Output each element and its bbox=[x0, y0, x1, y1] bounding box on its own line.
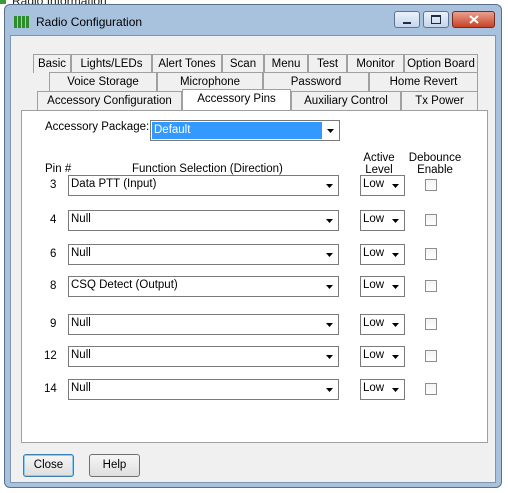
debounce-checkbox[interactable] bbox=[425, 179, 437, 191]
debounce-checkbox[interactable] bbox=[425, 248, 437, 260]
pin-number-header: Pin # bbox=[45, 163, 72, 175]
tab-monitor[interactable]: Monitor bbox=[347, 54, 404, 73]
window-title: Radio Configuration bbox=[36, 15, 143, 29]
function-selection-header: Function Selection (Direction) bbox=[132, 163, 283, 175]
function-select[interactable]: Null bbox=[68, 379, 339, 400]
active-level-value: Low bbox=[363, 382, 385, 394]
active-level-select[interactable]: Low bbox=[360, 244, 405, 265]
dropdown-arrow-icon[interactable] bbox=[388, 177, 403, 194]
dropdown-arrow-icon[interactable] bbox=[388, 212, 403, 229]
dropdown-arrow-icon[interactable] bbox=[388, 246, 403, 263]
pin-number: 6 bbox=[50, 248, 57, 260]
pin-number: 9 bbox=[50, 318, 57, 330]
close-icon bbox=[468, 15, 479, 24]
dropdown-arrow-icon[interactable] bbox=[322, 246, 337, 263]
dropdown-arrow-icon[interactable] bbox=[322, 177, 337, 194]
active-level-select[interactable]: Low bbox=[360, 210, 405, 231]
radio-app-icon bbox=[14, 16, 30, 28]
function-value: Null bbox=[71, 382, 91, 394]
pin-number: 14 bbox=[44, 383, 57, 395]
active-level-select[interactable]: Low bbox=[360, 175, 405, 196]
debounce-checkbox[interactable] bbox=[425, 280, 437, 292]
debounce-checkbox[interactable] bbox=[425, 318, 437, 330]
function-value: Data PTT (Input) bbox=[71, 178, 157, 190]
function-select[interactable]: Data PTT (Input) bbox=[68, 175, 339, 196]
dropdown-arrow-icon[interactable] bbox=[323, 122, 338, 139]
dropdown-arrow-icon[interactable] bbox=[322, 316, 337, 333]
tab-scan[interactable]: Scan bbox=[222, 54, 264, 73]
dropdown-arrow-icon[interactable] bbox=[322, 381, 337, 398]
tab-alert-tones[interactable]: Alert Tones bbox=[152, 54, 222, 73]
radio-configuration-window: Radio Configuration Basic Lights/LEDs Al… bbox=[4, 4, 502, 488]
dropdown-arrow-icon[interactable] bbox=[322, 278, 337, 295]
maximize-icon bbox=[431, 15, 441, 24]
tab-auxiliary-control[interactable]: Auxiliary Control bbox=[291, 91, 401, 110]
accessory-pins-panel: Accessory Package: Default Pin # Functio… bbox=[21, 110, 488, 443]
window-client-area: Basic Lights/LEDs Alert Tones Scan Menu … bbox=[10, 35, 496, 483]
close-window-button[interactable] bbox=[452, 11, 495, 28]
pin-number: 12 bbox=[44, 350, 57, 362]
close-button[interactable]: Close bbox=[23, 454, 74, 477]
dropdown-arrow-icon[interactable] bbox=[322, 348, 337, 365]
tab-tx-power[interactable]: Tx Power bbox=[401, 91, 478, 110]
dropdown-arrow-icon[interactable] bbox=[388, 278, 403, 295]
debounce-enable-header: Debounce Enable bbox=[408, 152, 462, 176]
active-level-select[interactable]: Low bbox=[360, 276, 405, 297]
tab-accessory-configuration[interactable]: Accessory Configuration bbox=[37, 91, 182, 110]
active-level-value: Low bbox=[363, 213, 385, 225]
pin-number: 8 bbox=[50, 280, 57, 292]
active-level-value: Low bbox=[363, 317, 385, 329]
background-window-icon bbox=[0, 0, 6, 4]
function-select[interactable]: CSQ Detect (Output) bbox=[68, 276, 339, 297]
function-value: Null bbox=[71, 317, 91, 329]
function-value: Null bbox=[71, 349, 91, 361]
dropdown-arrow-icon[interactable] bbox=[388, 348, 403, 365]
debounce-checkbox[interactable] bbox=[425, 214, 437, 226]
accessory-package-label: Accessory Package: bbox=[45, 121, 150, 133]
tab-menu[interactable]: Menu bbox=[264, 54, 308, 73]
function-select[interactable]: Null bbox=[68, 210, 339, 231]
debounce-checkbox[interactable] bbox=[425, 350, 437, 362]
active-level-select[interactable]: Low bbox=[360, 346, 405, 367]
tab-voice-storage[interactable]: Voice Storage bbox=[49, 72, 157, 91]
dropdown-arrow-icon[interactable] bbox=[388, 316, 403, 333]
active-level-select[interactable]: Low bbox=[360, 314, 405, 335]
minimize-button[interactable] bbox=[394, 11, 420, 28]
active-level-value: Low bbox=[363, 178, 385, 190]
active-level-header: Active Level bbox=[363, 152, 395, 176]
dropdown-arrow-icon[interactable] bbox=[322, 212, 337, 229]
dropdown-arrow-icon[interactable] bbox=[388, 381, 403, 398]
tab-home-revert[interactable]: Home Revert bbox=[369, 72, 478, 91]
tab-accessory-pins[interactable]: Accessory Pins bbox=[182, 89, 291, 110]
tab-basic[interactable]: Basic bbox=[33, 54, 71, 73]
function-value: Null bbox=[71, 213, 91, 225]
debounce-checkbox[interactable] bbox=[425, 383, 437, 395]
active-level-select[interactable]: Low bbox=[360, 379, 405, 400]
accessory-package-value: Default bbox=[152, 122, 322, 139]
tab-lights-leds[interactable]: Lights/LEDs bbox=[71, 54, 152, 73]
function-select[interactable]: Null bbox=[68, 244, 339, 265]
tab-test[interactable]: Test bbox=[308, 54, 347, 73]
minimize-icon bbox=[403, 21, 411, 24]
function-select[interactable]: Null bbox=[68, 346, 339, 367]
active-level-value: Low bbox=[363, 349, 385, 361]
function-value: Null bbox=[71, 247, 91, 259]
active-level-value: Low bbox=[363, 247, 385, 259]
pin-number: 3 bbox=[50, 179, 57, 191]
tab-option-board[interactable]: Option Board bbox=[404, 54, 478, 73]
function-value: CSQ Detect (Output) bbox=[71, 279, 178, 291]
function-select[interactable]: Null bbox=[68, 314, 339, 335]
help-button[interactable]: Help bbox=[89, 454, 140, 477]
accessory-package-select[interactable]: Default bbox=[150, 120, 340, 141]
title-bar[interactable]: Radio Configuration bbox=[5, 5, 501, 35]
pin-number: 4 bbox=[50, 214, 57, 226]
maximize-button[interactable] bbox=[423, 11, 449, 28]
active-level-value: Low bbox=[363, 279, 385, 291]
